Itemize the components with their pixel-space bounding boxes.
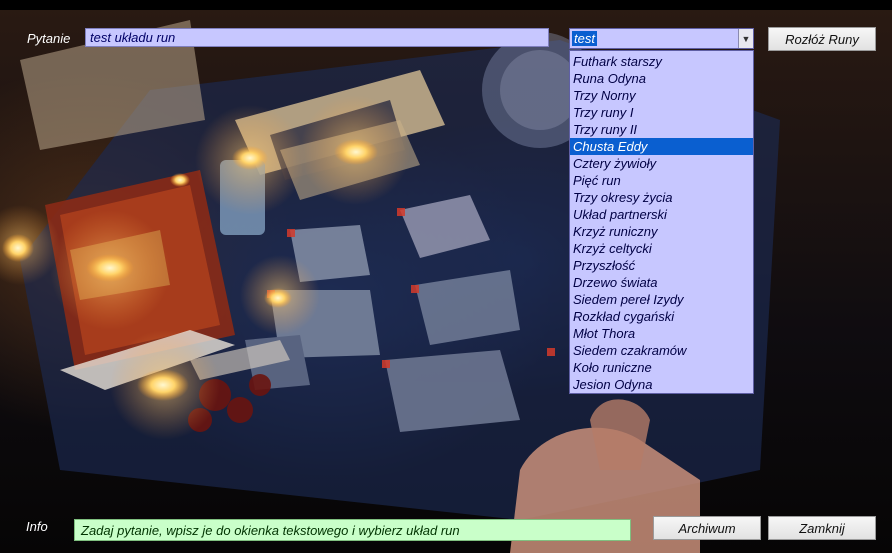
tarot-table-illustration: [0, 20, 780, 553]
spread-option[interactable]: Siedem czakramów: [570, 342, 753, 359]
close-button[interactable]: Zamknij: [768, 516, 876, 540]
info-message: Zadaj pytanie, wpisz je do okienka tekst…: [74, 519, 631, 541]
spread-option[interactable]: Młot Thora: [570, 325, 753, 342]
spread-option[interactable]: Cztery żywioły: [570, 155, 753, 172]
info-label: Info: [26, 519, 48, 534]
spread-option[interactable]: Koło runiczne: [570, 359, 753, 376]
top-edge: [0, 0, 892, 10]
spread-option[interactable]: Krzyż runiczny: [570, 223, 753, 240]
spread-options-list[interactable]: Futhark starszy Runa Odyna Trzy Norny Trzy …: [569, 50, 754, 394]
archive-button[interactable]: Archiwum: [653, 516, 761, 540]
spread-option[interactable]: Futhark starszy: [570, 53, 753, 70]
spread-option[interactable]: Siedem pereł Izydy: [570, 291, 753, 308]
spread-option[interactable]: Trzy okresy życia: [570, 189, 753, 206]
chevron-down-icon[interactable]: ▼: [738, 29, 753, 48]
spread-select[interactable]: test ▼: [569, 28, 754, 49]
spread-option[interactable]: Jesion Odyna: [570, 376, 753, 393]
spread-option[interactable]: Przyszłość: [570, 257, 753, 274]
spread-option[interactable]: Drzewo świata: [570, 274, 753, 291]
question-label: Pytanie: [27, 31, 71, 46]
spread-option[interactable]: Trzy Norny: [570, 87, 753, 104]
spread-option[interactable]: Układ partnerski: [570, 206, 753, 223]
spread-select-value[interactable]: test: [572, 31, 597, 46]
spread-option[interactable]: Chusta Eddy: [570, 138, 753, 155]
spread-option[interactable]: Rozkład cygański: [570, 308, 753, 325]
spread-option[interactable]: Trzy runy II: [570, 121, 753, 138]
spread-option[interactable]: Runa Odyna: [570, 70, 753, 87]
spread-option[interactable]: Trzy runy I: [570, 104, 753, 121]
spread-option[interactable]: Pięć run: [570, 172, 753, 189]
spread-option[interactable]: Krzyż celtycki: [570, 240, 753, 257]
spread-runes-button[interactable]: Rozłóż Runy: [768, 27, 876, 51]
background-photo: [0, 0, 892, 553]
question-input[interactable]: [85, 28, 549, 47]
